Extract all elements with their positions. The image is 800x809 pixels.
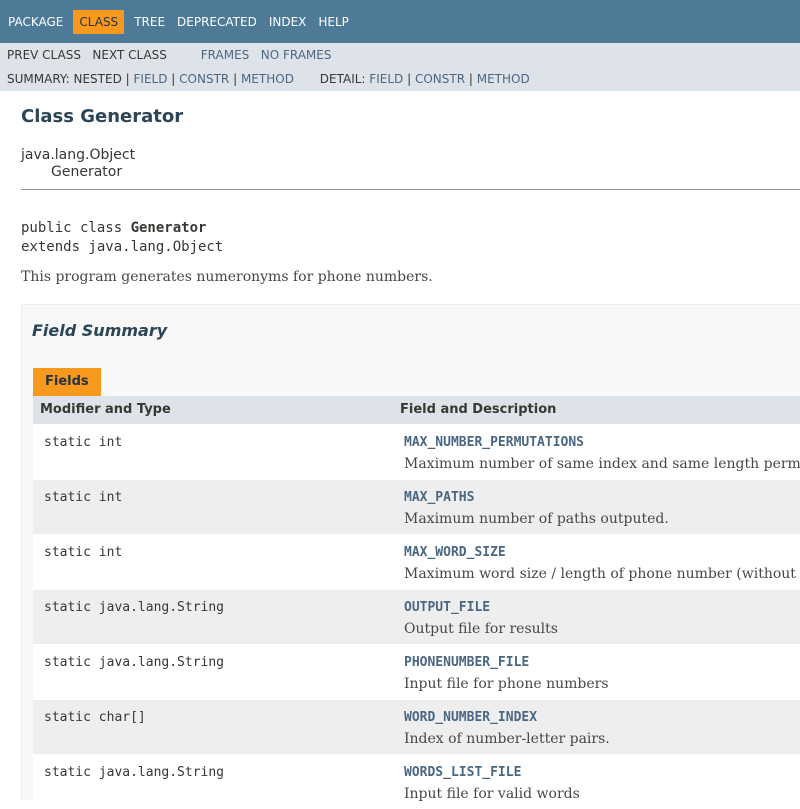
field-link[interactable]: OUTPUT_FILE [404,600,490,615]
page-title: Class Generator [21,106,184,127]
inheritance-tree: java.lang.Object Generator [21,147,135,181]
summary-method-link[interactable]: METHOD [241,72,294,86]
detail-field-link[interactable]: FIELD [369,72,403,86]
field-link[interactable]: PHONENUMBER_FILE [404,655,529,670]
field-description: Maximum number of paths outputed. [404,511,669,527]
summary-field-link[interactable]: FIELD [134,72,168,86]
separator: | [407,72,412,86]
table-row: static int MAX_PATHS Maximum number of p… [33,479,800,534]
top-nav-bar: PACKAGE CLASS TREE DEPRECATED INDEX HELP [0,0,800,43]
summary-constr-link[interactable]: CONSTR [179,72,229,86]
field-summary-section: Field Summary Fields Modifier and Type F… [21,304,800,809]
detail-constr-link[interactable]: CONSTR [415,72,465,86]
parent-class: java.lang.Object [21,147,136,163]
declaration-prefix: public class [21,220,131,236]
field-link[interactable]: MAX_PATHS [404,490,474,505]
no-frames-link[interactable]: NO FRAMES [261,48,332,62]
sub-nav-bar: PREV CLASS NEXT CLASS FRAMES NO FRAMES S… [0,43,800,91]
next-class-link[interactable]: NEXT CLASS [92,48,167,62]
table-row: static java.lang.String WORDS_LIST_FILE … [33,754,800,809]
declaration-extends: extends java.lang.Object [21,239,224,255]
divider [21,189,800,190]
field-type: static int [44,435,123,450]
nav-package[interactable]: PACKAGE [2,10,69,34]
field-type: static java.lang.String [44,600,225,615]
field-link[interactable]: MAX_WORD_SIZE [404,545,506,560]
frames-link[interactable]: FRAMES [201,48,250,62]
nav-index[interactable]: INDEX [263,10,313,34]
table-row: static int MAX_NUMBER_PERMUTATIONS Maxim… [33,424,800,479]
column-header-field: Field and Description [400,402,557,417]
sub-nav-row-summary-detail: SUMMARY: NESTED | FIELD | CONSTR | METHO… [7,71,530,87]
table-header: Modifier and Type Field and Description [33,396,800,424]
separator: | [468,72,473,86]
nav-tree[interactable]: TREE [128,10,171,34]
field-type: static char[] [44,710,146,725]
fields-table: Modifier and Type Field and Description … [33,396,800,809]
fields-caption-tab: Fields [33,368,101,396]
summary-label: SUMMARY: NESTED | [7,72,130,86]
field-description: Index of number-letter pairs. [404,731,610,747]
field-description: Maximum number of same index and same le… [404,456,800,472]
field-link[interactable]: MAX_NUMBER_PERMUTATIONS [404,435,584,450]
table-row: static java.lang.String PHONENUMBER_FILE… [33,644,800,699]
field-summary-heading: Field Summary [32,321,168,340]
field-link[interactable]: WORD_NUMBER_INDEX [404,710,537,725]
detail-label: DETAIL: [319,72,366,86]
table-row: static char[] WORD_NUMBER_INDEX Index of… [33,699,800,754]
child-class: Generator [51,164,123,180]
separator: | [233,72,238,86]
detail-method-link[interactable]: METHOD [477,72,530,86]
class-description: This program generates numeronyms for ph… [21,269,433,285]
field-description: Output file for results [404,621,558,637]
field-link[interactable]: WORDS_LIST_FILE [404,765,521,780]
nav-deprecated[interactable]: DEPRECATED [171,10,263,34]
table-row: static java.lang.String OUTPUT_FILE Outp… [33,589,800,644]
column-header-modifier: Modifier and Type [40,402,171,417]
field-description: Input file for phone numbers [404,676,609,692]
sub-nav-row-class-links: PREV CLASS NEXT CLASS FRAMES NO FRAMES [7,47,331,63]
field-type: static java.lang.String [44,765,225,780]
class-declaration: public class Generator extends java.lang… [21,219,223,257]
declaration-class-name: Generator [130,220,207,236]
prev-class-link[interactable]: PREV CLASS [7,48,81,62]
field-type: static int [44,490,123,505]
nav-class[interactable]: CLASS [73,9,125,34]
nav-help[interactable]: HELP [312,10,355,34]
field-description: Maximum word size / length of phone numb… [404,566,796,582]
field-type: static int [44,545,123,560]
separator: | [171,72,176,86]
field-type: static java.lang.String [44,655,225,670]
table-row: static int MAX_WORD_SIZE Maximum word si… [33,534,800,589]
